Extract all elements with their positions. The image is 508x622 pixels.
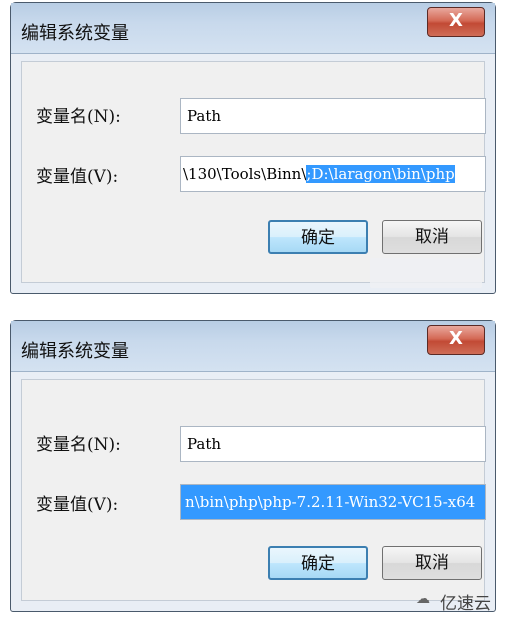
variable-value-label: 变量值(V): — [36, 167, 119, 187]
variable-value-label: 变量值(V): — [36, 495, 119, 515]
cancel-button[interactable]: 取消 — [382, 546, 482, 580]
variable-name-label: 变量名(N): — [36, 107, 121, 127]
variable-value-unselected-text: \130\Tools\Binn\ — [183, 165, 307, 183]
dialog-titlebar[interactable]: 编辑系统变量 X — [11, 3, 495, 54]
variable-value-input[interactable]: n\bin\php\php-7.2.11-Win32-VC15-x64 — [180, 484, 486, 520]
variable-name-input[interactable]: Path — [180, 426, 486, 462]
close-icon: X — [449, 10, 463, 31]
dialog-title: 编辑系统变量 — [21, 23, 129, 44]
close-icon: X — [449, 328, 463, 349]
dialog-title: 编辑系统变量 — [21, 341, 129, 362]
dialog-titlebar[interactable]: 编辑系统变量 X — [11, 321, 495, 372]
dialog-client-area: 变量名(N): Path 变量值(V): n\bin\php\php-7.2.1… — [21, 379, 486, 601]
blurred-area — [370, 258, 482, 288]
close-button[interactable]: X — [427, 325, 485, 355]
variable-value-input[interactable]: \130\Tools\Binn\;D:\laragon\bin\php — [180, 156, 486, 192]
close-button[interactable]: X — [427, 7, 485, 37]
ok-button[interactable]: 确定 — [268, 220, 368, 254]
variable-name-value: Path — [187, 107, 222, 125]
watermark-text: 亿速云 — [440, 594, 491, 614]
cancel-button[interactable]: 取消 — [382, 220, 482, 254]
variable-name-value: Path — [187, 435, 222, 453]
variable-name-label: 变量名(N): — [36, 435, 121, 455]
cloud-logo-icon: ☁ — [416, 591, 430, 607]
variable-value-selected-text: n\bin\php\php-7.2.11-Win32-VC15-x64 — [185, 493, 476, 511]
variable-value-selected-text: ;D:\laragon\bin\php — [306, 165, 455, 183]
edit-system-variable-dialog: 编辑系统变量 X 变量名(N): Path 变量值(V): \130\Tools… — [10, 2, 496, 294]
edit-system-variable-dialog: 编辑系统变量 X 变量名(N): Path 变量值(V): n\bin\php\… — [10, 320, 496, 612]
variable-name-input[interactable]: Path — [180, 98, 486, 134]
dialog-client-area: 变量名(N): Path 变量值(V): \130\Tools\Binn\;D:… — [21, 61, 486, 283]
ok-button[interactable]: 确定 — [268, 546, 368, 580]
